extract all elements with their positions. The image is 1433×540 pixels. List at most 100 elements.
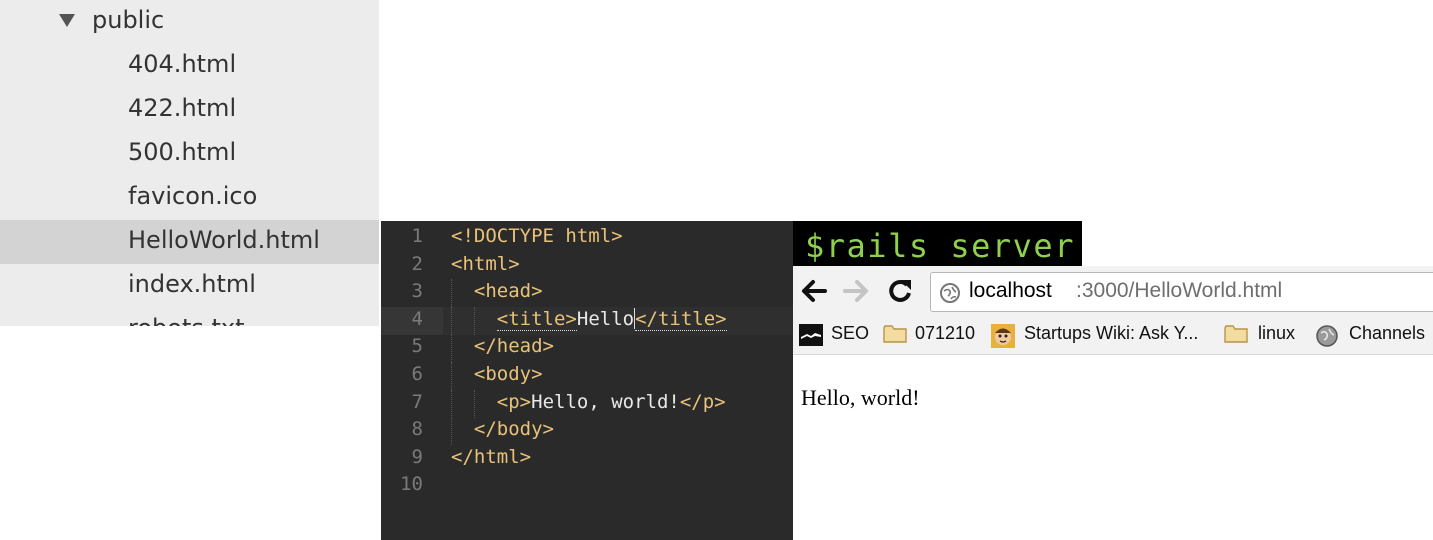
indent-guide	[451, 362, 452, 390]
code-area[interactable]: </body>	[443, 417, 793, 446]
globe-icon	[1316, 325, 1338, 347]
tree-file-selected[interactable]: HelloWorld.html	[0, 220, 379, 264]
bookmark-folder-linux[interactable]: linux	[1224, 322, 1302, 348]
back-button[interactable]	[799, 276, 829, 306]
code-area[interactable]	[443, 472, 793, 500]
code-area[interactable]: <!DOCTYPE html>	[443, 224, 793, 252]
gutter-cell: 9	[381, 445, 443, 473]
gutter-cell: 10	[381, 472, 443, 500]
bookmark-folder-071210[interactable]: 071210	[883, 322, 978, 348]
folder-icon	[883, 325, 907, 343]
html-tag-token: </title>	[635, 307, 727, 331]
page-paragraph: Hello, world!	[801, 385, 920, 410]
indent-guide	[451, 279, 452, 308]
file-label: index.html	[128, 270, 256, 298]
code-area[interactable]: <body>	[443, 362, 793, 390]
code-text: </html>	[451, 446, 531, 468]
bookmark-label: 071210	[915, 323, 976, 343]
bookmark-startups-wiki[interactable]: Startups Wiki: Ask Y...	[991, 322, 1216, 348]
gutter-cell: 7	[381, 390, 443, 418]
code-editor[interactable]: 1 <!DOCTYPE html> 2 <html> 3 <head> 4 <title>He…	[381, 221, 793, 540]
code-line[interactable]: 8 </body>	[381, 417, 793, 446]
file-label: robots.txt	[128, 314, 245, 326]
back-arrow-icon	[802, 280, 827, 302]
reload-button[interactable]	[885, 276, 915, 306]
html-tag-token: </html>	[451, 445, 532, 468]
tree-file[interactable]: 500.html	[0, 132, 379, 176]
code-line[interactable]: 10	[381, 472, 793, 500]
reload-icon	[889, 279, 911, 302]
page-globe-icon	[940, 283, 960, 303]
address-bar[interactable]: localhost :3000/HelloWorld.html	[930, 272, 1433, 312]
code-text: <title>Hello</title>	[496, 307, 727, 331]
line-number: 10	[400, 473, 423, 496]
bookmark-channels[interactable]: Channels	[1315, 322, 1433, 348]
line-number: 2	[411, 252, 423, 275]
html-tag-token: </head>	[473, 335, 554, 358]
forward-arrow-icon	[843, 280, 868, 302]
url-host: localhost	[969, 279, 1052, 302]
code-line[interactable]: 1 <!DOCTYPE html>	[381, 224, 793, 252]
html-tag-token: <!DOCTYPE html>	[451, 225, 623, 247]
code-line[interactable]: 7 <p>Hello, world!</p>	[381, 389, 793, 418]
bookmark-label: Startups Wiki: Ask Y...	[1024, 323, 1199, 343]
code-line[interactable]: 2 <html>	[381, 252, 793, 280]
tree-file[interactable]: index.html	[0, 264, 379, 308]
indent-guide	[473, 389, 475, 418]
bookmark-label: linux	[1258, 323, 1296, 343]
bookmarks-bar: SEO 071210 Startups Wiki: Ask Y... linux…	[793, 316, 1433, 355]
disclosure-triangle-icon[interactable]	[59, 14, 75, 27]
code-line[interactable]: 3 <head>	[381, 279, 793, 308]
line-number: 4	[411, 307, 423, 330]
browser-window: localhost :3000/HelloWorld.html SEO 0712…	[793, 266, 1433, 540]
tree-file[interactable]: favicon.ico	[0, 176, 379, 220]
tree-file[interactable]: 422.html	[0, 88, 379, 132]
code-line[interactable]: 4 <title>Hello</title>	[381, 306, 793, 335]
indent-guide	[451, 417, 452, 446]
browser-page-content: Hello, world!	[793, 355, 1433, 540]
file-label: HelloWorld.html	[128, 226, 320, 254]
code-area[interactable]: <p>Hello, world!</p>	[443, 389, 793, 418]
html-tag-token: <html>	[451, 252, 520, 275]
code-line[interactable]: 5 </head>	[381, 334, 793, 363]
code-area[interactable]: <title>Hello</title>	[443, 306, 793, 335]
gutter-cell: 5	[381, 334, 443, 362]
code-text: <html>	[451, 253, 520, 275]
tree-file[interactable]: robots.txt	[0, 308, 379, 326]
seo-favicon-icon	[799, 324, 823, 346]
gutter-cell: 8	[381, 417, 443, 445]
folder-label: public	[92, 6, 165, 34]
html-tag-token: <head>	[473, 280, 543, 303]
forward-button[interactable]	[841, 276, 871, 306]
file-label: favicon.ico	[128, 182, 258, 210]
bookmark-label: SEO	[831, 323, 870, 343]
line-number: 8	[411, 418, 423, 441]
code-text: </head>	[474, 335, 554, 357]
gutter-cell: 6	[381, 362, 443, 390]
terminal-command: $rails server	[805, 227, 1075, 265]
code-area[interactable]: <html>	[443, 252, 793, 280]
indent-guide	[451, 389, 452, 418]
code-text: <head>	[474, 280, 543, 302]
gutter-cell: 4	[381, 306, 443, 335]
html-tag-token: <p>	[496, 390, 532, 413]
gutter-cell: 1	[381, 224, 443, 252]
line-number: 3	[411, 280, 423, 303]
face-favicon-icon	[991, 324, 1015, 348]
gutter-cell: 2	[381, 252, 443, 280]
bookmark-seo[interactable]: SEO	[799, 322, 869, 348]
text-token: Hello, world!	[531, 390, 680, 413]
code-area[interactable]: </head>	[443, 334, 793, 363]
indent-guide	[451, 334, 452, 363]
tree-file[interactable]: 404.html	[0, 44, 379, 88]
code-area[interactable]: <head>	[443, 279, 793, 308]
code-line[interactable]: 6 <body>	[381, 362, 793, 390]
code-area[interactable]: </html>	[443, 445, 793, 473]
line-number: 7	[411, 390, 423, 413]
file-label: 500.html	[128, 138, 237, 166]
tree-folder-public[interactable]: public	[0, 0, 379, 44]
bookmark-label: Channels	[1349, 323, 1426, 343]
html-tag-token: <title>	[496, 307, 577, 331]
code-line[interactable]: 9 </html>	[381, 445, 793, 473]
code-text: <body>	[474, 363, 543, 385]
